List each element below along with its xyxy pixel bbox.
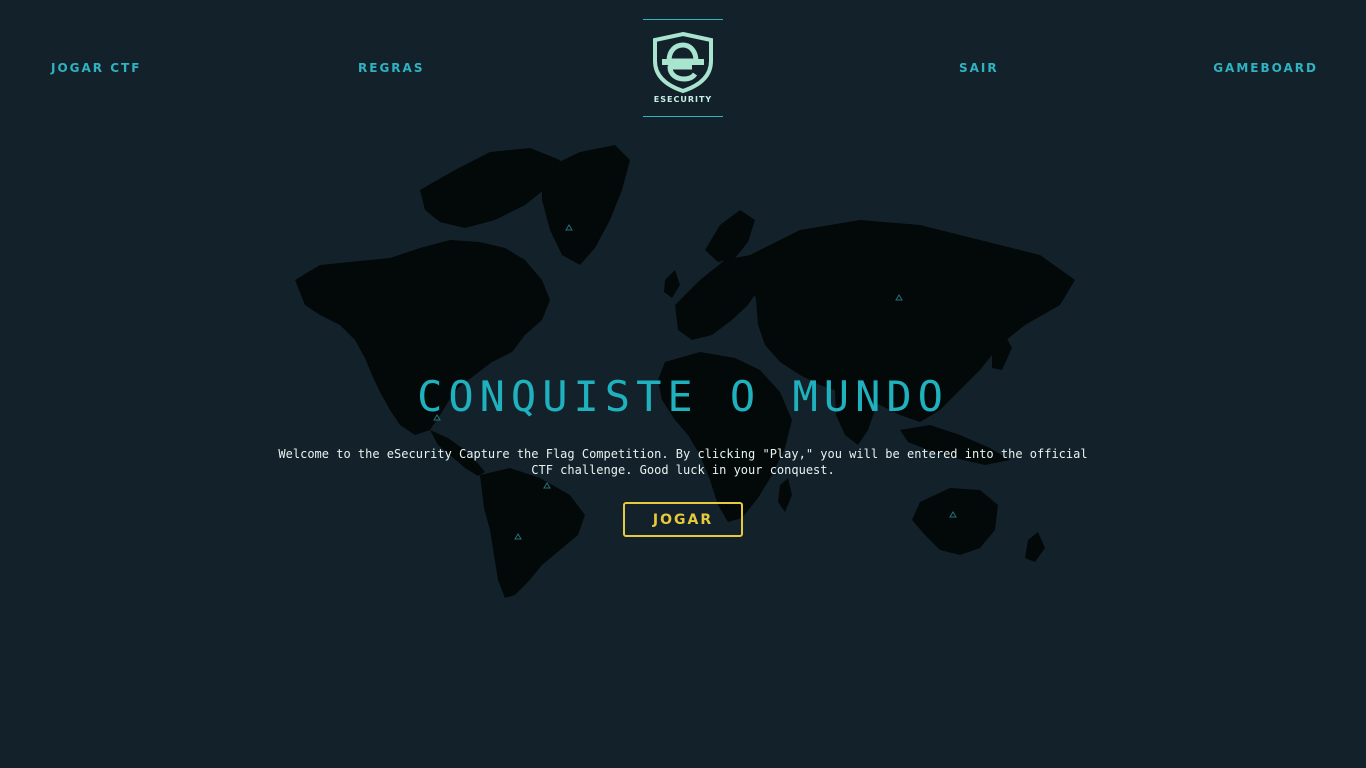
page: JOGAR CTF REGRAS ESECURITY SAIR GAMEBOAR… (0, 0, 1366, 768)
brand-name: ESECURITY (653, 95, 713, 104)
nav-rules-link[interactable]: REGRAS (358, 61, 424, 75)
region-uk (664, 270, 680, 298)
shield-e-icon (653, 31, 713, 93)
region-madagascar (778, 478, 792, 512)
region-scandinavia (705, 210, 755, 262)
region-arctic-islands (420, 148, 560, 228)
continent-australia (912, 488, 998, 555)
play-button[interactable]: JOGAR (623, 502, 743, 537)
nav-play-ctf-link[interactable]: JOGAR CTF (51, 61, 141, 75)
region-new-zealand (1025, 532, 1045, 562)
world-map (295, 145, 1075, 598)
continent-south-america (480, 468, 585, 598)
intro-text: Welcome to the eSecurity Capture the Fla… (278, 447, 1088, 477)
hero-title: CONQUISTE O MUNDO (417, 372, 949, 421)
nav-exit-link[interactable]: SAIR (959, 61, 999, 75)
brand-logo[interactable]: ESECURITY (643, 19, 723, 117)
nav-gameboard-link[interactable]: GAMEBOARD (1213, 61, 1318, 75)
